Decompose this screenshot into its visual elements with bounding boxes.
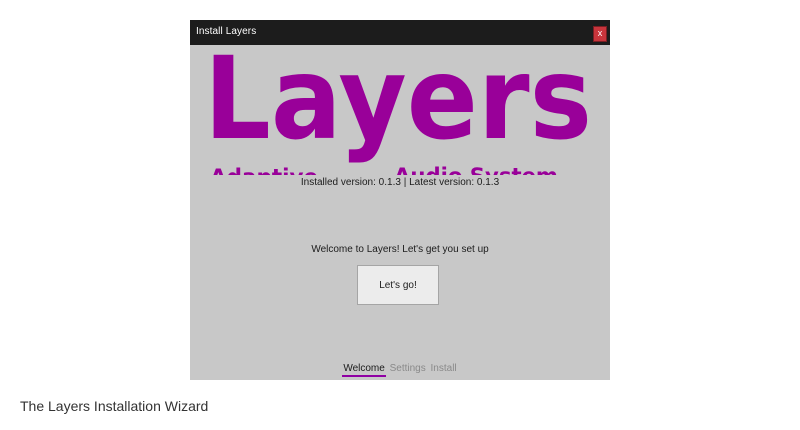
- welcome-message: Welcome to Layers! Let's get you set up: [311, 244, 489, 255]
- step-navigation: Welcome Settings Install: [190, 363, 610, 377]
- step-install[interactable]: Install: [430, 363, 458, 375]
- layers-logo: Layers Adaptive Audio System: [204, 45, 592, 175]
- logo-subtitle-left: Adaptive: [210, 165, 318, 175]
- lets-go-button[interactable]: Let's go!: [357, 265, 439, 305]
- close-icon: x: [597, 28, 603, 38]
- figure-caption: The Layers Installation Wizard: [20, 398, 209, 414]
- logo-wordmark: Layers: [204, 45, 592, 165]
- step-settings[interactable]: Settings: [389, 363, 427, 375]
- installer-window: Install Layers x Layers Adaptive Audio S…: [190, 20, 610, 380]
- version-info: Installed version: 0.1.3 | Latest versio…: [300, 177, 500, 188]
- page: Install Layers x Layers Adaptive Audio S…: [0, 0, 800, 430]
- logo-subtitle-right: Audio System: [394, 164, 558, 175]
- step-welcome[interactable]: Welcome: [342, 363, 386, 377]
- close-button[interactable]: x: [593, 26, 607, 42]
- window-title: Install Layers: [196, 26, 257, 37]
- title-bar[interactable]: Install Layers x: [190, 20, 610, 45]
